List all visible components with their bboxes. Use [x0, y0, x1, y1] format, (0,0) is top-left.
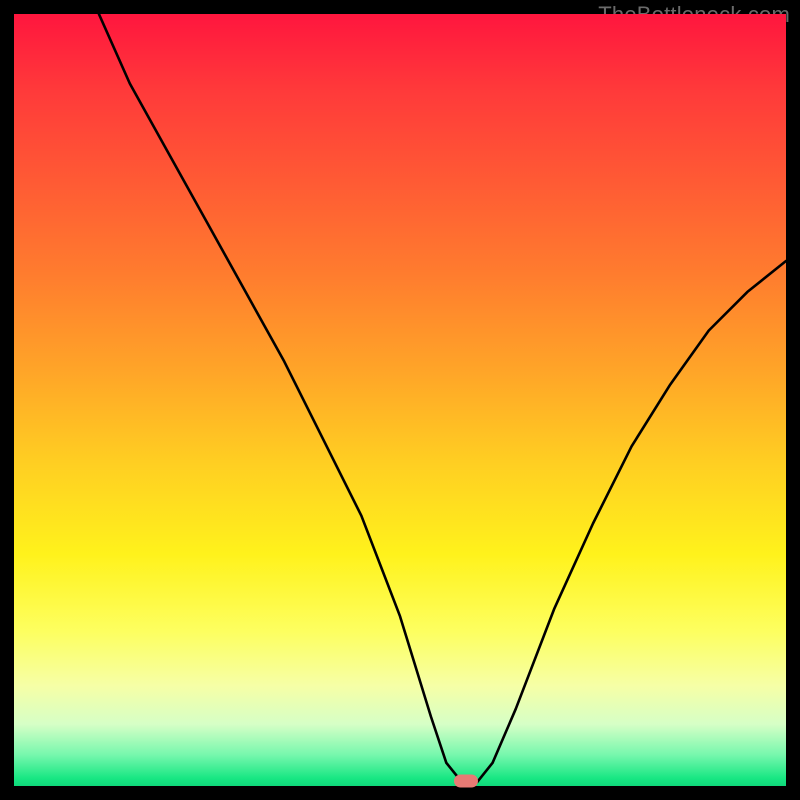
plot-area — [14, 14, 786, 786]
bottleneck-curve — [14, 14, 786, 786]
chart-container: TheBottleneck.com — [0, 0, 800, 800]
optimal-point-marker — [454, 774, 478, 787]
